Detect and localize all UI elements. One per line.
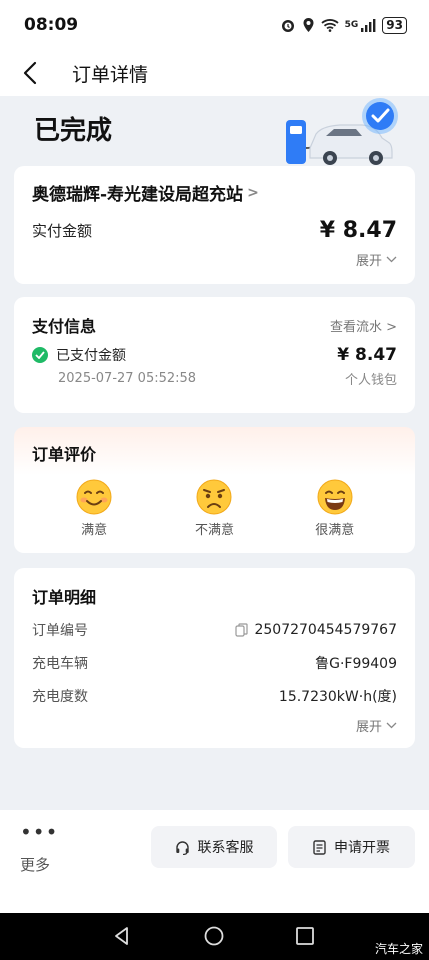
energy-row: 充电度数 15.7230kW·h(度) <box>32 686 397 706</box>
contact-service-button[interactable]: 联系客服 <box>151 826 277 868</box>
chevron-down-icon <box>386 722 397 729</box>
detail-header: 订单明细 <box>32 584 397 608</box>
smile-emoji-icon <box>76 479 112 515</box>
payment-header: 支付信息 查看流水 > <box>32 313 397 337</box>
station-name-text: 奥德瑞辉-寿光建设局超充站 <box>32 185 244 205</box>
amount-row: 实付金额 ¥ 8.47 <box>32 218 397 243</box>
wifi-icon <box>321 19 339 32</box>
back-button[interactable] <box>0 50 60 96</box>
paid-meta-row: 2025-07-27 05:52:58 个人钱包 <box>32 369 397 388</box>
request-invoice-label: 申请开票 <box>334 840 390 856</box>
energy-label: 充电度数 <box>32 689 88 705</box>
view-transactions-label: 查看流水 <box>329 319 382 335</box>
detail-expand-button[interactable]: 展开 <box>356 716 397 735</box>
rating-very-satisfied[interactable]: 很满意 <box>295 479 375 538</box>
vehicle-row: 充电车辆 鲁G·F99409 <box>32 653 397 673</box>
status-time: 08:09 <box>24 15 79 35</box>
more-label: 更多 <box>20 856 51 874</box>
location-icon <box>303 18 314 32</box>
paid-row: 已支付金额 ¥ 8.47 <box>32 345 397 365</box>
battery-indicator: 93 <box>382 16 407 34</box>
detail-expand-row: 展开 <box>32 716 397 735</box>
expand-row: 展开 <box>32 250 397 269</box>
amount-label: 实付金额 <box>32 222 93 240</box>
rating-label: 满意 <box>81 523 108 538</box>
energy-value: 15.7230kW·h(度) <box>278 689 397 705</box>
paid-time: 2025-07-27 05:52:58 <box>58 371 197 386</box>
check-circle-icon <box>32 347 48 363</box>
chevron-left-icon <box>23 61 37 85</box>
order-number-label: 订单编号 <box>32 623 88 639</box>
payment-card: 支付信息 查看流水 > 已支付金额 ¥ 8.47 2025-07-27 05:5… <box>14 297 415 413</box>
status-bar: 08:09 5G 93 <box>0 0 429 50</box>
page-title: 订单详情 <box>72 63 149 86</box>
payment-title: 支付信息 <box>32 317 97 336</box>
back-triangle-icon[interactable] <box>112 926 132 946</box>
chevron-right-icon: > <box>247 184 259 201</box>
expand-label: 展开 <box>355 254 382 269</box>
network-label: 5G <box>344 20 359 30</box>
system-navigation-bar <box>0 913 429 960</box>
order-status-header: 已完成 <box>0 96 429 166</box>
signal-icon <box>361 19 376 32</box>
chevron-down-icon <box>386 256 397 263</box>
status-icons: 5G 93 <box>280 16 407 34</box>
rating-label: 很满意 <box>315 523 355 538</box>
rating-unsatisfied[interactable]: 不满意 <box>174 479 254 538</box>
station-row[interactable]: 奥德瑞辉-寿光建设局超充站 > <box>32 180 397 206</box>
detail-title: 订单明细 <box>32 588 97 607</box>
grin-emoji-icon <box>317 479 353 515</box>
home-circle-icon[interactable] <box>204 926 224 946</box>
expand-label: 展开 <box>355 720 382 735</box>
rating-label: 不满意 <box>194 523 234 538</box>
rating-card: 订单评价 满意 不满意 很满意 <box>14 427 415 553</box>
paid-amount: ¥ 8.47 <box>337 345 397 365</box>
vehicle-label: 充电车辆 <box>32 656 88 672</box>
order-number-text: 2507270454579767 <box>254 622 397 638</box>
document-icon <box>313 839 326 855</box>
order-number-row: 订单编号 2507270454579767 <box>32 620 397 640</box>
more-button[interactable]: ••• 更多 <box>20 820 59 875</box>
nav-bar: 订单详情 <box>0 50 429 96</box>
payment-method: 个人钱包 <box>344 373 397 388</box>
rating-header: 订单评价 <box>32 441 397 465</box>
view-transactions-link[interactable]: 查看流水 > <box>330 316 397 335</box>
paid-label: 已支付金额 <box>32 345 126 365</box>
bottom-action-bar: ••• 更多 联系客服 申请开票 <box>0 810 429 913</box>
ev-charging-illustration <box>286 98 398 165</box>
order-status: 已完成 <box>34 116 113 146</box>
watermark: 汽车之家 <box>374 942 423 956</box>
paid-total: ¥ 8.47 <box>319 218 397 243</box>
request-invoice-button[interactable]: 申请开票 <box>288 826 415 868</box>
station-card: 奥德瑞辉-寿光建设局超充站 > 实付金额 ¥ 8.47 展开 <box>14 166 415 284</box>
rating-satisfied[interactable]: 满意 <box>54 479 134 538</box>
contact-service-label: 联系客服 <box>197 840 254 856</box>
station-name[interactable]: 奥德瑞辉-寿光建设局超充站 > <box>32 180 259 206</box>
headset-icon <box>175 840 189 855</box>
rating-title: 订单评价 <box>32 445 97 464</box>
chevron-right-icon: > <box>386 319 397 335</box>
recents-square-icon[interactable] <box>295 926 315 946</box>
vehicle-value: 鲁G·F99409 <box>315 656 397 672</box>
more-dots-icon: ••• <box>20 820 59 844</box>
order-detail-card: 订单明细 订单编号 2507270454579767 充电车辆 鲁G·F9940… <box>14 568 415 748</box>
worried-emoji-icon <box>196 479 232 515</box>
copy-icon[interactable] <box>235 623 249 637</box>
rating-options: 满意 不满意 很满意 <box>14 479 415 538</box>
expand-button[interactable]: 展开 <box>356 250 397 269</box>
alarm-icon <box>281 20 294 32</box>
order-number-value: 2507270454579767 <box>235 622 397 638</box>
paid-label-text: 已支付金额 <box>56 348 126 364</box>
